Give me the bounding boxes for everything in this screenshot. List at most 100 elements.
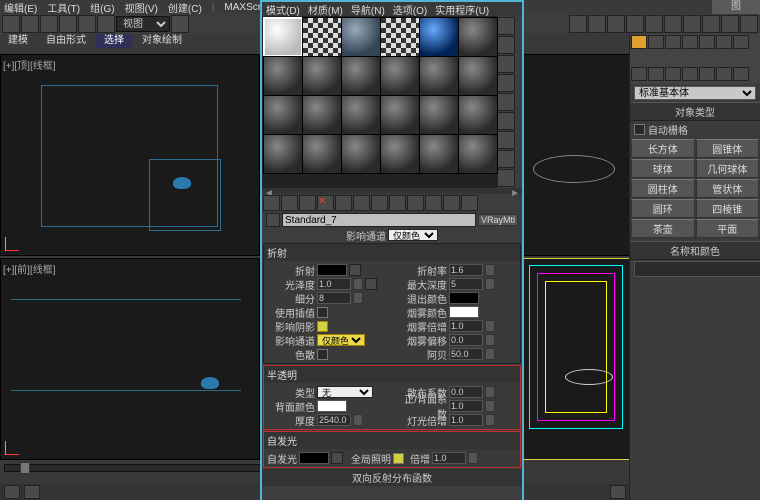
prim-pyramid[interactable]: 四棱锥 (696, 199, 760, 218)
assign-icon[interactable] (299, 195, 316, 211)
viewport-front[interactable]: [+][前][线框] (0, 258, 260, 460)
material-type-button[interactable]: VRayMtl (478, 214, 518, 226)
selfillum-map-button[interactable] (331, 452, 343, 464)
motion-tab-icon[interactable] (682, 35, 698, 49)
ior-spinner[interactable]: 1.6 (449, 264, 483, 276)
spinner-buttons[interactable] (485, 264, 495, 276)
fog-bias-spinner[interactable]: 0.0 (449, 334, 483, 346)
material-slot[interactable] (380, 17, 420, 57)
material-slot[interactable] (380, 134, 420, 174)
modify-tab-icon[interactable] (648, 35, 664, 49)
prim-cylinder[interactable]: 圆柱体 (631, 179, 695, 198)
translucency-type-dropdown[interactable]: 无 (317, 386, 373, 398)
select-tool-icon[interactable] (2, 15, 20, 33)
material-slot[interactable] (302, 56, 342, 96)
material-slot[interactable] (380, 56, 420, 96)
systems-icon[interactable] (733, 67, 749, 81)
back-color-swatch[interactable] (317, 400, 347, 412)
create-tab-icon[interactable] (631, 35, 647, 49)
spinner-buttons[interactable] (353, 414, 363, 426)
material-name-input[interactable] (282, 213, 476, 227)
preview-icon[interactable] (497, 112, 515, 130)
glossiness-map-button[interactable] (365, 278, 377, 290)
subdiv-spinner[interactable]: 8 (317, 292, 351, 304)
category-dropdown[interactable]: 标准基本体 (634, 86, 756, 100)
rollout-name-color[interactable]: 名称和颜色 (630, 241, 760, 260)
material-editor-icon[interactable] (702, 15, 720, 33)
time-slider[interactable] (4, 464, 262, 472)
affect-shadows-checkbox[interactable] (317, 321, 328, 332)
make-unique-icon[interactable] (353, 195, 370, 211)
teapot-front[interactable] (201, 377, 219, 389)
me-menu-mode[interactable]: 模式(D) (266, 2, 300, 17)
affect-channel-dropdown[interactable]: 仅颜色 (317, 334, 365, 346)
ref-coord-dropdown[interactable]: 视图 (116, 16, 170, 32)
percent-snap-icon[interactable] (607, 15, 625, 33)
curve-editor-icon[interactable] (683, 15, 701, 33)
put-to-lib-icon[interactable] (371, 195, 388, 211)
material-slot[interactable] (263, 56, 303, 96)
prim-tube[interactable]: 管状体 (696, 179, 760, 198)
material-slot[interactable] (341, 134, 381, 174)
menu-group[interactable]: 组(G) (90, 0, 114, 15)
dispersion-checkbox[interactable] (317, 349, 328, 360)
put-to-scene-icon[interactable] (281, 195, 298, 211)
tab-freeform[interactable]: 自由形式 (38, 34, 94, 48)
rollout-object-type[interactable]: 对象类型 (630, 102, 760, 121)
shapes-icon[interactable] (648, 67, 664, 81)
material-slot[interactable] (341, 95, 381, 135)
tab-modeling[interactable]: 建模 (0, 34, 36, 48)
use-interp-checkbox[interactable] (317, 307, 328, 318)
material-slot[interactable] (302, 17, 342, 57)
spinner-buttons[interactable] (485, 334, 495, 346)
me-menu-nav[interactable]: 导航(N) (351, 2, 385, 17)
material-slot[interactable] (419, 56, 459, 96)
rotate-icon[interactable] (78, 15, 96, 33)
material-slot[interactable] (458, 95, 498, 135)
options-icon[interactable] (497, 131, 515, 149)
video-check-icon[interactable] (497, 93, 515, 111)
refraction-map-button[interactable] (349, 264, 361, 276)
viewport-persp-bottom[interactable] (522, 258, 630, 460)
tab-selection[interactable]: 选择 (96, 34, 132, 48)
prim-geosphere[interactable]: 几何球体 (696, 159, 760, 178)
material-slot[interactable] (263, 17, 303, 57)
fog-mult-spinner[interactable]: 1.0 (449, 320, 483, 332)
mirror-icon[interactable] (626, 15, 644, 33)
slot-count-icon[interactable] (497, 169, 515, 187)
prim-sphere[interactable]: 球体 (631, 159, 695, 178)
show-end-icon[interactable] (425, 195, 442, 211)
spinner-buttons[interactable] (485, 386, 495, 398)
render-setup-icon[interactable] (721, 15, 739, 33)
scale-icon[interactable] (97, 15, 115, 33)
rollout-brdf-header[interactable]: 双向反射分布函数 (262, 469, 522, 486)
pivot-icon[interactable] (171, 15, 189, 33)
thickness-spinner[interactable]: 2540.0 (317, 414, 351, 426)
geometry-icon[interactable] (631, 67, 647, 81)
material-slot[interactable] (380, 95, 420, 135)
me-menu-options[interactable]: 选项(O) (393, 2, 427, 17)
mat-id-icon[interactable] (389, 195, 406, 211)
material-slot[interactable] (419, 95, 459, 135)
object-name-input[interactable] (634, 261, 760, 277)
spinner-buttons[interactable] (485, 278, 495, 290)
spinner-buttons[interactable] (485, 348, 495, 360)
me-menu-material[interactable]: 材质(M) (308, 2, 343, 17)
viewport-persp-top[interactable] (522, 54, 630, 256)
align-icon[interactable] (645, 15, 663, 33)
menu-tools[interactable]: 工具(T) (47, 0, 80, 15)
prim-torus[interactable]: 圆环 (631, 199, 695, 218)
me-menu-util[interactable]: 实用程序(U) (435, 2, 489, 17)
material-slot[interactable] (263, 134, 303, 174)
light-mult-spinner[interactable]: 1.0 (449, 414, 483, 426)
background-icon[interactable] (497, 55, 515, 73)
spinner-buttons[interactable] (353, 278, 363, 290)
prim-plane[interactable]: 平面 (696, 219, 760, 238)
hammer-icon[interactable] (733, 35, 749, 49)
uv-tile-icon[interactable] (497, 74, 515, 92)
get-material-icon[interactable] (263, 195, 280, 211)
menu-edit[interactable]: 编辑(E) (4, 0, 37, 15)
glossiness-spinner[interactable]: 1.0 (317, 278, 351, 290)
backlight-icon[interactable] (497, 36, 515, 54)
gi-checkbox[interactable] (393, 453, 404, 464)
